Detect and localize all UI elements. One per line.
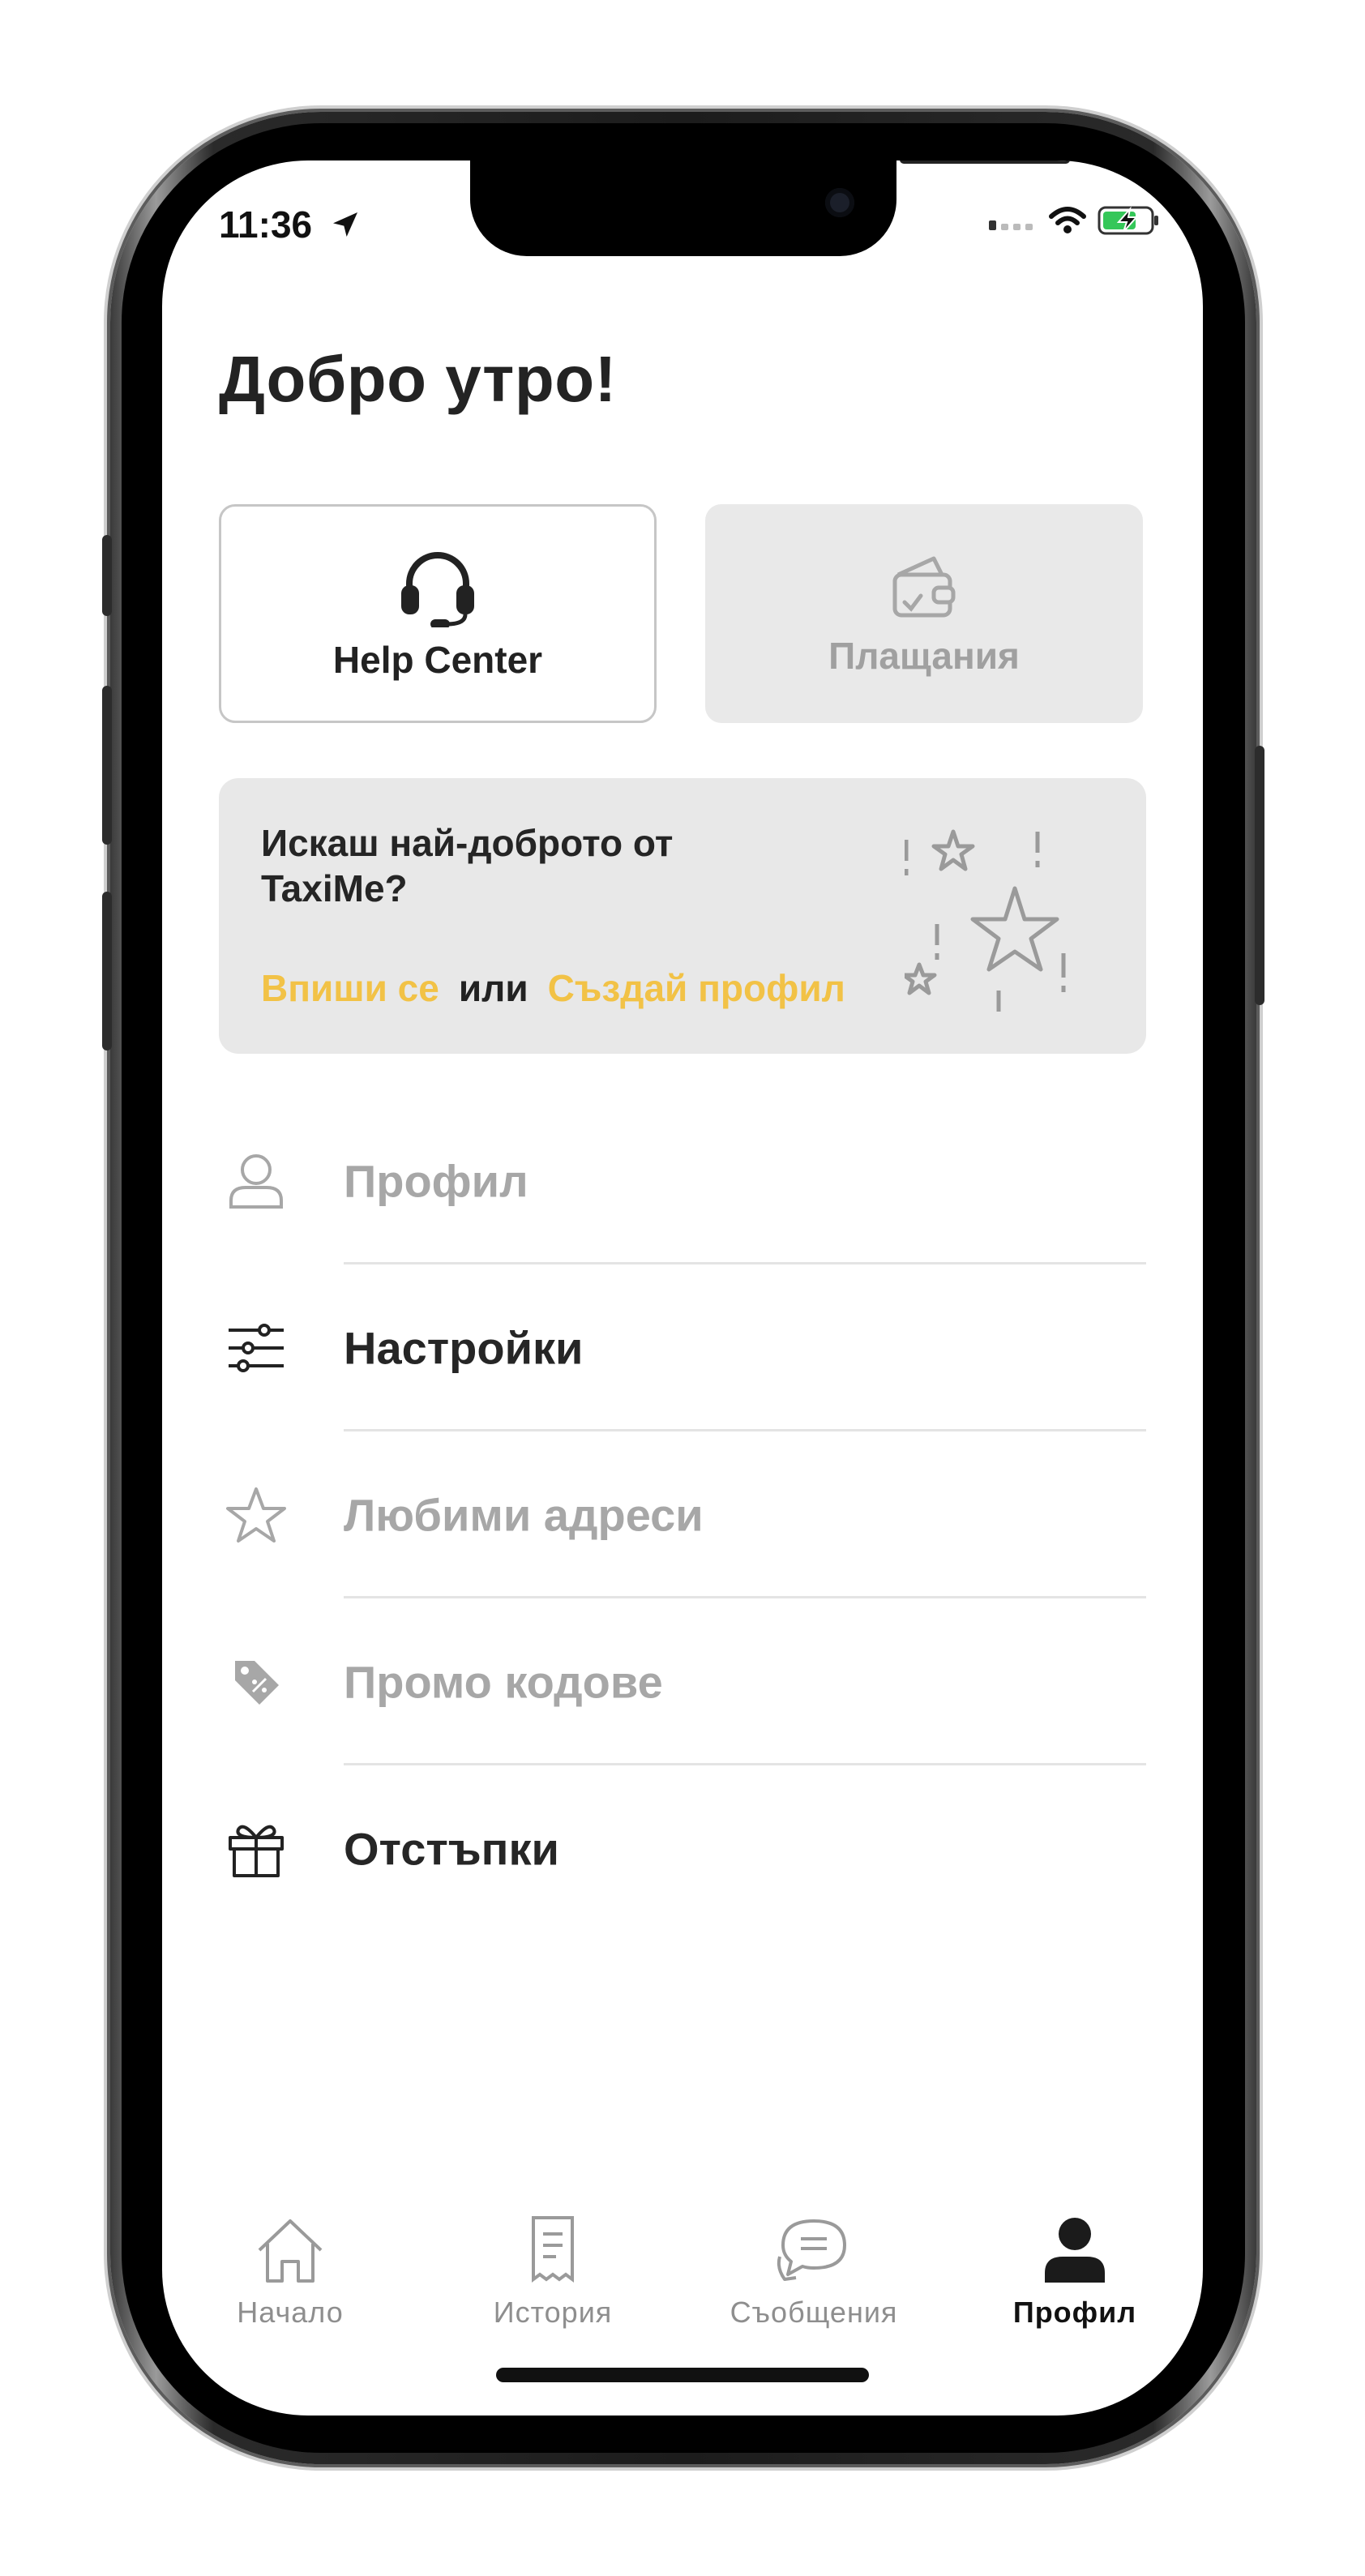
chat-icon: [777, 2203, 851, 2284]
tab-label: История: [493, 2296, 613, 2329]
menu-item-profile[interactable]: Профил: [162, 1098, 1203, 1264]
payments-button[interactable]: Плащания: [705, 504, 1143, 723]
phone-volume-up-button: [102, 686, 112, 845]
tab-messages[interactable]: Съобщения: [717, 2203, 911, 2330]
wifi-icon: [1049, 207, 1086, 238]
login-link[interactable]: Впиши се: [261, 967, 439, 1009]
menu-item-label: Отстъпки: [344, 1823, 559, 1875]
or-text: или: [458, 967, 528, 1009]
tab-bar: Начало История Съобщения Профил: [162, 2203, 1203, 2333]
sliders-icon: [224, 1316, 289, 1380]
menu-item-label: Профил: [344, 1155, 528, 1207]
tab-label: Профил: [1012, 2296, 1137, 2329]
help-center-button[interactable]: Help Center: [219, 504, 657, 723]
star-icon: [224, 1483, 289, 1547]
menu-item-discounts[interactable]: Отстъпки: [162, 1765, 1203, 1932]
tab-label: Съобщения: [730, 2296, 898, 2329]
notch: [470, 160, 1070, 256]
home-indicator[interactable]: [496, 2368, 869, 2382]
help-center-label: Help Center: [332, 638, 543, 681]
tab-history[interactable]: История: [456, 2203, 650, 2330]
tab-profile[interactable]: Профил: [978, 2203, 1172, 2330]
promo-card: Искаш най-доброто от TaxiMe? Впиши се или…: [219, 778, 1146, 1054]
gift-icon: [224, 1816, 289, 1881]
menu-item-label: Настройки: [344, 1322, 584, 1374]
tab-label: Начало: [237, 2296, 344, 2329]
app-screen: 11:36 Добро утро! Help Center Плащания И…: [162, 160, 1203, 2416]
phone-volume-down-button: [102, 892, 112, 1051]
battery-charging-icon: [1098, 204, 1161, 241]
front-camera: [825, 188, 854, 217]
menu-item-promo-codes[interactable]: Промо кодове: [162, 1598, 1203, 1765]
menu-item-label: Промо кодове: [344, 1656, 663, 1708]
menu-item-label: Любими адреси: [344, 1489, 704, 1541]
status-icons: [989, 204, 1161, 241]
home-icon: [256, 2203, 324, 2284]
speaker: [900, 160, 1070, 164]
menu-item-settings[interactable]: Настройки: [162, 1264, 1203, 1431]
page-title: Добро утро!: [219, 343, 617, 415]
tag-icon: [224, 1650, 289, 1714]
receipt-icon: [528, 2203, 577, 2284]
tab-home[interactable]: Начало: [193, 2203, 387, 2330]
promo-title: Искаш най-доброто от TaxiMe?: [261, 822, 674, 909]
status-time-text: 11:36: [219, 203, 313, 246]
person-filled-icon: [1043, 2203, 1106, 2284]
phone-power-button: [1255, 746, 1264, 1005]
stars-illustration-icon: [901, 824, 1091, 1022]
signup-link[interactable]: Създай профил: [548, 967, 845, 1009]
location-arrow-icon: [329, 206, 362, 250]
promo-actions: Впиши се или Създай профил: [261, 966, 845, 1010]
wallet-icon: [884, 550, 965, 627]
person-icon: [224, 1149, 289, 1213]
menu-item-favorite-addresses[interactable]: Любими адреси: [162, 1431, 1203, 1598]
phone-side-button: [102, 535, 112, 616]
profile-menu: Профил Настройки Любими адреси Промо код…: [162, 1098, 1203, 1932]
status-time: 11:36: [219, 203, 362, 250]
cellular-signal-icon: [989, 211, 1038, 234]
headset-icon: [393, 546, 482, 631]
payments-label: Плащания: [828, 634, 1020, 677]
